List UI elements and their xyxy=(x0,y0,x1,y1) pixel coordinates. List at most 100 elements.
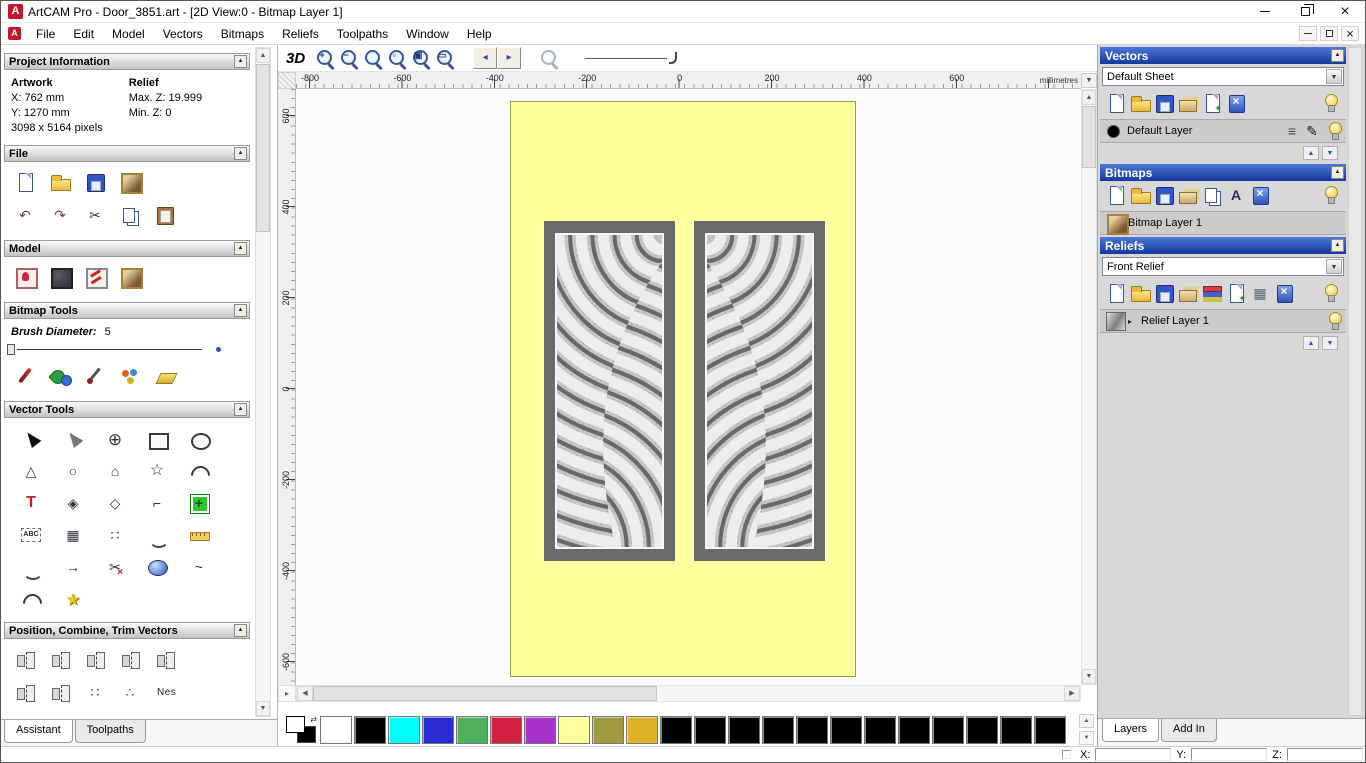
align-top-icon[interactable] xyxy=(83,648,107,670)
colour-swatch-8[interactable] xyxy=(592,715,624,744)
menu-window[interactable]: Window xyxy=(397,24,458,44)
colour-swatch-20[interactable] xyxy=(1000,715,1032,744)
move-relief-layer-up-button[interactable] xyxy=(1303,336,1319,350)
undo-icon[interactable]: ↶ xyxy=(13,204,37,226)
tab-assistant[interactable]: Assistant xyxy=(4,720,73,743)
sheet-selector[interactable]: Default Sheet xyxy=(1102,67,1344,86)
redo-icon[interactable]: ↷ xyxy=(48,204,72,226)
save-file-icon[interactable] xyxy=(83,171,107,193)
mdi-restore-button[interactable] xyxy=(1320,26,1338,41)
offset-vectors-icon[interactable]: ◈ xyxy=(61,492,85,514)
bitmaps-visibility-icon[interactable] xyxy=(1318,184,1342,206)
tab-add-in[interactable]: Add In xyxy=(1161,719,1217,742)
zoom-previous-icon[interactable] xyxy=(361,47,385,69)
swap-colours-icon[interactable]: ⇄ xyxy=(310,715,317,724)
rectangle-tool-icon[interactable] xyxy=(145,428,169,450)
colour-swatch-11[interactable] xyxy=(694,715,726,744)
vertical-scrollbar-thumb[interactable] xyxy=(1082,106,1096,168)
colour-swatch-3[interactable] xyxy=(422,715,454,744)
drawing-viewport[interactable] xyxy=(296,89,1081,685)
cut-icon[interactable]: ✂ xyxy=(83,204,107,226)
open-file-icon[interactable] xyxy=(48,171,72,193)
colour-swatch-15[interactable] xyxy=(830,715,862,744)
new-sheet-icon[interactable] xyxy=(1104,92,1128,114)
colour-swatch-21[interactable] xyxy=(1034,715,1066,744)
view-3d-button[interactable]: 3D xyxy=(286,50,311,67)
new-relief-layer-icon[interactable]: + xyxy=(1224,282,1248,304)
relief-layer-row[interactable]: Relief Layer 1 xyxy=(1100,309,1346,333)
block-copy-icon[interactable] xyxy=(187,492,211,514)
zoom-object-icon[interactable]: ▫ xyxy=(385,47,409,69)
vector-layer-row[interactable]: Default Layer ≡ ✎ xyxy=(1100,119,1346,143)
align-left-icon[interactable] xyxy=(13,648,37,670)
fillet-tool-icon[interactable]: ⌐ xyxy=(145,492,169,514)
relief-selector[interactable]: Front Relief xyxy=(1102,257,1344,276)
arc-fit-icon[interactable] xyxy=(19,588,43,610)
colour-swatch-9[interactable] xyxy=(626,715,658,744)
scroll-down-button[interactable] xyxy=(256,701,270,716)
mesh-icon[interactable]: ▦ xyxy=(1248,282,1272,304)
menu-toolpaths[interactable]: Toolpaths xyxy=(328,24,397,44)
reliefs-visibility-icon[interactable] xyxy=(1318,282,1342,304)
join-vectors-icon[interactable] xyxy=(19,556,43,580)
move-vector-layer-down-button[interactable] xyxy=(1322,146,1338,160)
slider-handle[interactable] xyxy=(7,344,15,355)
align-centre-icon[interactable] xyxy=(153,648,177,670)
eraser-icon[interactable] xyxy=(153,365,177,387)
colour-swatch-19[interactable] xyxy=(966,715,998,744)
menu-reliefs[interactable]: Reliefs xyxy=(273,24,328,44)
curve-fit-icon[interactable] xyxy=(145,524,169,548)
mdi-minimize-button[interactable] xyxy=(1299,26,1317,41)
scroll-up-button[interactable] xyxy=(256,48,270,63)
select-vectors-icon[interactable] xyxy=(19,428,43,450)
scroll-left-button[interactable] xyxy=(297,686,313,701)
primary-secondary-colour-swatch[interactable]: ⇄ xyxy=(285,715,318,744)
layer-visibility-icon[interactable] xyxy=(1322,310,1342,332)
tab-layers[interactable]: Layers xyxy=(1102,719,1160,742)
star-tool-icon[interactable]: ☆ xyxy=(145,460,169,482)
save-vectors-icon[interactable] xyxy=(1152,92,1176,114)
copy-bitmap-icon[interactable] xyxy=(1200,184,1224,206)
prev-bitmap-layer-icon[interactable]: ◂ xyxy=(473,47,498,69)
palette-scroll-down-button[interactable] xyxy=(1079,731,1094,745)
colour-swatch-17[interactable] xyxy=(898,715,930,744)
import-vectors-icon[interactable] xyxy=(1176,92,1200,114)
horizontal-scrollbar-thumb[interactable] xyxy=(313,686,657,701)
open-vectors-icon[interactable] xyxy=(1128,92,1152,114)
new-relief-icon[interactable] xyxy=(1104,282,1128,304)
restore-button[interactable] xyxy=(1285,1,1325,22)
relief-layers-icon[interactable] xyxy=(1200,282,1224,304)
delete-vector-layer-icon[interactable] xyxy=(1224,92,1248,114)
colour-swatch-13[interactable] xyxy=(762,715,794,744)
bitmap-to-vector-icon[interactable]: A xyxy=(1224,184,1248,206)
spacing-icon[interactable]: ∷ xyxy=(83,681,107,703)
collapse-model-button[interactable] xyxy=(234,242,247,255)
merge-visible-icon[interactable]: ≡ xyxy=(1282,120,1302,142)
paint-brush-icon[interactable] xyxy=(13,365,37,387)
zoom-out-icon[interactable]: − xyxy=(337,47,361,69)
tab-toolpaths[interactable]: Toolpaths xyxy=(74,720,146,743)
ruler-options-button[interactable] xyxy=(1081,73,1097,88)
menu-model[interactable]: Model xyxy=(103,24,154,44)
collapse-position-button[interactable] xyxy=(234,624,247,637)
colour-swatch-12[interactable] xyxy=(728,715,760,744)
save-bitmap-icon[interactable] xyxy=(1152,184,1176,206)
scroll-origin-button[interactable] xyxy=(278,685,296,702)
colour-swatch-14[interactable] xyxy=(796,715,828,744)
menu-bitmaps[interactable]: Bitmaps xyxy=(212,24,273,44)
colour-swatch-7[interactable] xyxy=(558,715,590,744)
palette-scroll-up-button[interactable] xyxy=(1079,714,1094,728)
paste-icon[interactable] xyxy=(153,204,177,226)
next-bitmap-layer-icon[interactable]: ▸ xyxy=(497,47,522,69)
scrollbar-thumb[interactable] xyxy=(256,64,270,232)
import-bitmap-icon[interactable] xyxy=(1176,184,1200,206)
polyline-tool-icon[interactable]: △ xyxy=(19,460,43,482)
import-model-icon[interactable] xyxy=(118,171,143,194)
ellipse-tool-icon[interactable] xyxy=(187,428,211,450)
save-relief-icon[interactable] xyxy=(1152,282,1176,304)
lighting-icon[interactable] xyxy=(83,266,108,289)
new-vector-layer-icon[interactable]: + xyxy=(1200,92,1224,114)
collapse-bitmap-tools-button[interactable] xyxy=(234,304,247,317)
open-relief-icon[interactable] xyxy=(1128,282,1152,304)
zoom-disabled-icon[interactable] xyxy=(537,47,561,69)
